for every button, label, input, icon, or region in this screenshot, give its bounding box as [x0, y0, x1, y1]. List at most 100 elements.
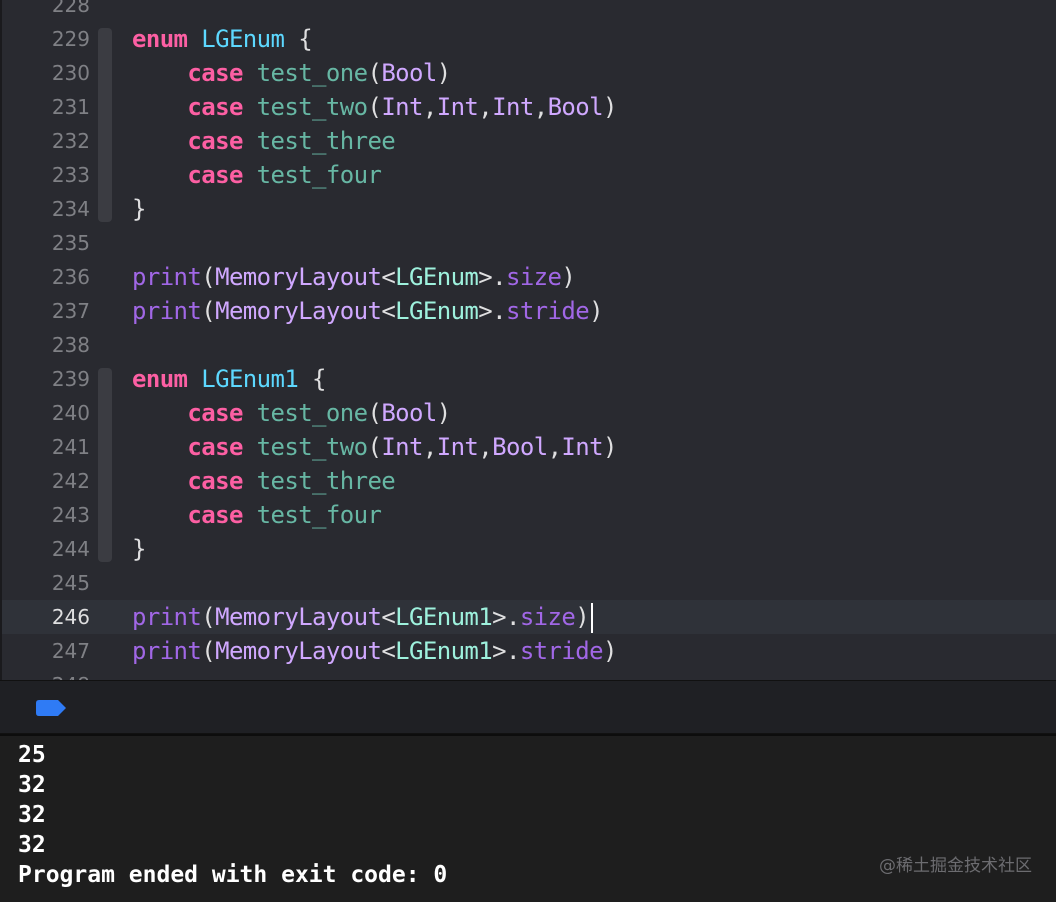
code-token: Int: [381, 93, 423, 121]
code-token: case: [187, 93, 257, 121]
code-token: size: [505, 263, 562, 291]
code-token: ): [589, 297, 603, 325]
code-line[interactable]: 239 enum LGEnum1 {: [2, 362, 1056, 396]
code-line[interactable]: 232 case test_three: [2, 124, 1056, 158]
code-token: print: [132, 297, 202, 325]
line-number: 238: [51, 333, 90, 357]
console-output[interactable]: 25 32 32 32 Program ended with exit code: 0: [0, 734, 1056, 902]
code-token: test_two: [256, 93, 368, 121]
code-token: ): [602, 433, 617, 461]
code-token: test_three: [256, 467, 396, 495]
line-number: 233: [51, 163, 90, 187]
code-token: case: [187, 399, 257, 427]
code-text: case test_two(Int,Int,Int,Bool): [132, 90, 617, 124]
code-token: Bool: [381, 59, 437, 87]
code-line[interactable]: 242 case test_three: [2, 464, 1056, 498]
line-number: 242: [51, 469, 90, 493]
code-token: LGEnum: [201, 25, 285, 53]
code-token: (: [367, 433, 382, 461]
code-token: size: [519, 603, 576, 631]
code-token: case: [187, 501, 257, 529]
debug-bar: [0, 680, 1056, 734]
code-text: print(MemoryLayout<LGEnum>.size): [132, 260, 576, 294]
line-number: 234: [51, 197, 90, 221]
code-line[interactable]: 244}: [2, 532, 1056, 566]
code-text: }: [132, 532, 146, 566]
code-token: stride: [505, 297, 590, 325]
code-line[interactable]: 235: [2, 226, 1056, 260]
code-line[interactable]: 237 print(MemoryLayout<LGEnum>.stride): [2, 294, 1056, 328]
code-line[interactable]: 240 case test_one(Bool): [2, 396, 1056, 430]
code-token: <: [381, 603, 396, 631]
watermark: @稀土掘金技术社区: [879, 856, 1032, 876]
code-line[interactable]: 231 case test_two(Int,Int,Int,Bool): [2, 90, 1056, 124]
code-text: print(MemoryLayout<LGEnum1>.size): [132, 600, 594, 634]
code-token: >.: [492, 637, 520, 665]
code-text: case test_four: [132, 158, 382, 192]
code-token: LGEnum1: [395, 603, 493, 631]
line-number: 229: [51, 27, 90, 51]
code-token: test_one: [256, 399, 368, 427]
line-number: 239: [51, 367, 90, 391]
text-cursor: [591, 603, 594, 633]
code-line[interactable]: 246 print(MemoryLayout<LGEnum1>.size): [2, 600, 1056, 634]
code-line[interactable]: 233 case test_four: [2, 158, 1056, 192]
code-line[interactable]: 241 case test_two(Int,Int,Bool,Int): [2, 430, 1056, 464]
line-number: 235: [51, 231, 90, 255]
code-line[interactable]: 234}: [2, 192, 1056, 226]
code-token: print: [132, 603, 202, 631]
console-line: 32: [18, 802, 46, 828]
code-editor[interactable]: 228 229 enum LGEnum {230 case test_one(Boo…: [0, 0, 1056, 680]
line-number: 236: [51, 265, 90, 289]
code-text: case test_three: [132, 464, 395, 498]
code-token: MemoryLayout: [215, 603, 382, 631]
code-text: print(MemoryLayout<LGEnum1>.stride): [132, 634, 617, 668]
code-token: case: [187, 161, 257, 189]
console-line: 25: [18, 742, 46, 768]
code-token: <: [381, 297, 396, 325]
code-token: print: [132, 637, 202, 665]
code-line[interactable]: 228: [2, 0, 1056, 22]
code-line[interactable]: 243 case test_four: [2, 498, 1056, 532]
code-line[interactable]: 247 print(MemoryLayout<LGEnum1>.stride): [2, 634, 1056, 668]
code-line[interactable]: 230 case test_one(Bool): [2, 56, 1056, 90]
line-number: 243: [51, 503, 90, 527]
line-number: 230: [51, 61, 90, 85]
code-token: >.: [478, 263, 506, 291]
code-token: <: [381, 263, 396, 291]
code-token: MemoryLayout: [215, 637, 382, 665]
code-token: (: [367, 93, 382, 121]
code-token: >.: [492, 603, 520, 631]
code-token: }: [132, 535, 146, 563]
code-text: case test_four: [132, 498, 382, 532]
code-token: {: [298, 365, 326, 393]
code-token: <: [381, 637, 396, 665]
code-token: ,: [422, 433, 437, 461]
code-token: (: [201, 637, 216, 665]
code-token: Int: [436, 433, 479, 461]
code-line[interactable]: 238: [2, 328, 1056, 362]
code-token: ): [602, 637, 617, 665]
code-line[interactable]: 245: [2, 566, 1056, 600]
code-line[interactable]: 236 print(MemoryLayout<LGEnum>.size): [2, 260, 1056, 294]
code-token: LGEnum1: [395, 637, 493, 665]
code-token: test_one: [256, 59, 368, 87]
code-line[interactable]: 229 enum LGEnum {: [2, 22, 1056, 56]
code-token: ): [575, 603, 590, 631]
code-token: ): [602, 93, 617, 121]
code-token: ,: [547, 433, 562, 461]
code-token: print: [132, 263, 202, 291]
breakpoint-toggle-icon[interactable]: [36, 700, 66, 716]
line-number: 237: [51, 299, 90, 323]
code-line[interactable]: 248: [2, 668, 1056, 680]
code-token: ): [436, 399, 451, 427]
code-token: (: [201, 263, 216, 291]
code-token: MemoryLayout: [215, 297, 382, 325]
console-line: 32: [18, 772, 46, 798]
code-token: case: [187, 127, 257, 155]
line-number: 247: [51, 639, 90, 663]
